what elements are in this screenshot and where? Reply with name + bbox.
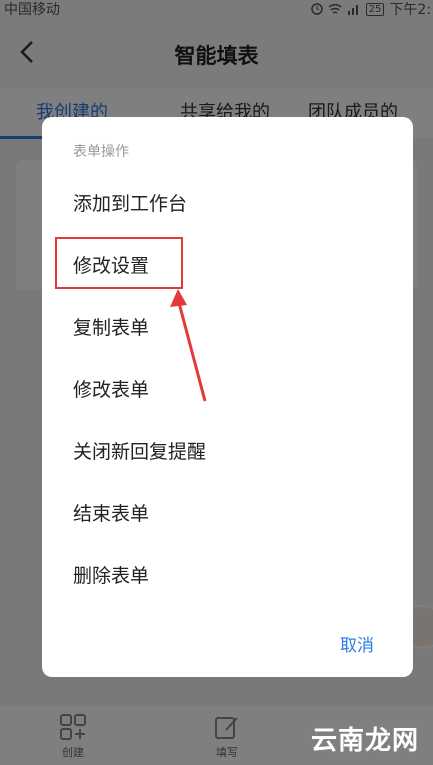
menu-item-end-form[interactable]: 结束表单 xyxy=(73,499,149,526)
menu-item-add-to-workbench[interactable]: 添加到工作台 xyxy=(73,189,187,216)
dialog-title: 表单操作 xyxy=(73,144,129,160)
menu-item-delete-form[interactable]: 删除表单 xyxy=(73,561,149,588)
highlight-annotation-box xyxy=(55,237,183,289)
annotation-arrow-icon xyxy=(170,289,207,402)
cancel-button[interactable]: 取消 xyxy=(340,631,374,656)
menu-item-edit-form[interactable]: 修改表单 xyxy=(73,375,149,402)
watermark: 云南龙网 xyxy=(310,726,419,756)
menu-item-copy-form[interactable]: 复制表单 xyxy=(73,313,149,340)
menu-item-disable-reply-alert[interactable]: 关闭新回复提醒 xyxy=(73,437,206,464)
